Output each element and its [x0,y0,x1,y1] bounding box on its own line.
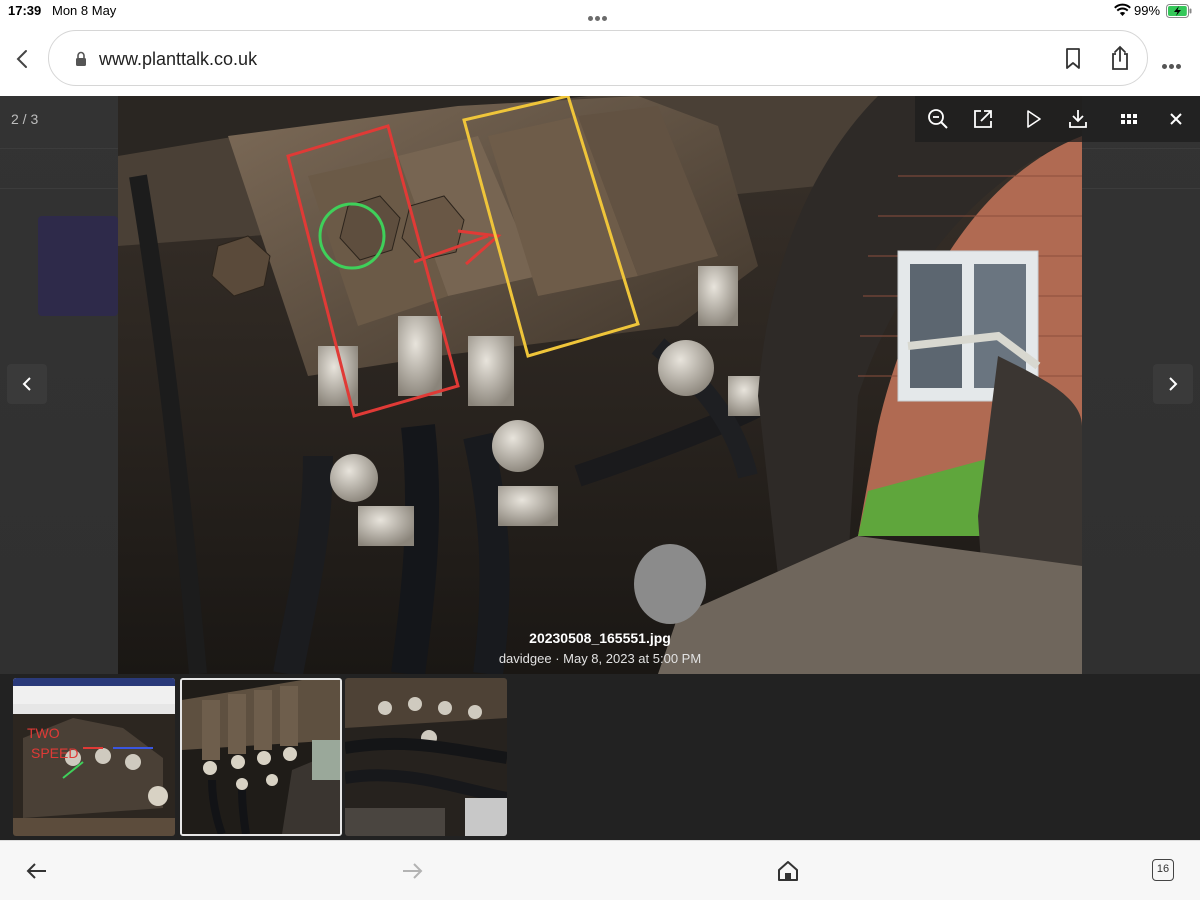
close-icon[interactable] [1165,108,1187,130]
thumbnail-3[interactable] [345,678,507,836]
battery-percent: 99% [1134,3,1161,18]
download-icon[interactable] [1067,108,1089,130]
thumbnail-1-handwriting: TWO [27,725,60,741]
forward-arrow-icon[interactable] [400,859,424,883]
share-icon[interactable] [1109,45,1131,71]
url-field[interactable]: www.planttalk.co.uk [48,30,1148,86]
svg-text:SPEED: SPEED [31,745,78,761]
chevron-right-icon [1169,377,1178,391]
image-caption: 20230508_165551.jpg davidgee · May 8, 20… [118,630,1082,666]
url-text: www.planttalk.co.uk [99,49,258,69]
previous-image-button[interactable] [7,364,47,404]
zoom-out-icon[interactable] [927,108,949,130]
dimmed-site-logo [38,216,118,316]
image-counter: 2 / 3 [11,111,39,127]
thumbnail-strip: TWO SPEED [0,674,1200,840]
next-image-button[interactable] [1153,364,1193,404]
browser-address-bar: www.planttalk.co.uk [0,24,1200,96]
thumbnail-1[interactable]: TWO SPEED [13,678,175,836]
more-dots-icon[interactable] [1162,56,1186,69]
back-arrow-icon[interactable] [25,859,49,883]
main-image[interactable] [118,96,1082,674]
image-meta: davidgee · May 8, 2023 at 5:00 PM [498,651,702,666]
status-bar: 17:39 Mon 8 May 99% [0,0,1200,24]
lightbox-toolbar [915,96,1200,142]
browser-bottom-bar: 16 [0,840,1200,900]
tabs-icon[interactable]: 16 [1152,859,1174,881]
wifi-icon [1114,3,1131,16]
chevron-left-icon [22,377,31,391]
bookmark-icon[interactable] [1063,47,1083,71]
image-filename: 20230508_165551.jpg [529,630,671,646]
thumbnail-2[interactable] [180,678,342,836]
open-external-icon[interactable] [972,108,994,130]
play-icon[interactable] [1022,108,1044,130]
chevron-left-icon[interactable] [12,48,34,70]
status-time: 17:39 [8,3,42,18]
lightbox-viewer: 2 / 3 20230508_165551.jpg davidgee · May… [0,96,1200,840]
grid-icon[interactable] [1118,108,1140,130]
multitask-dots-icon[interactable] [588,9,612,21]
status-date: Mon 8 May [52,3,117,18]
battery-charging-icon [1166,4,1192,18]
home-icon[interactable] [776,859,800,883]
lock-icon [76,51,86,66]
